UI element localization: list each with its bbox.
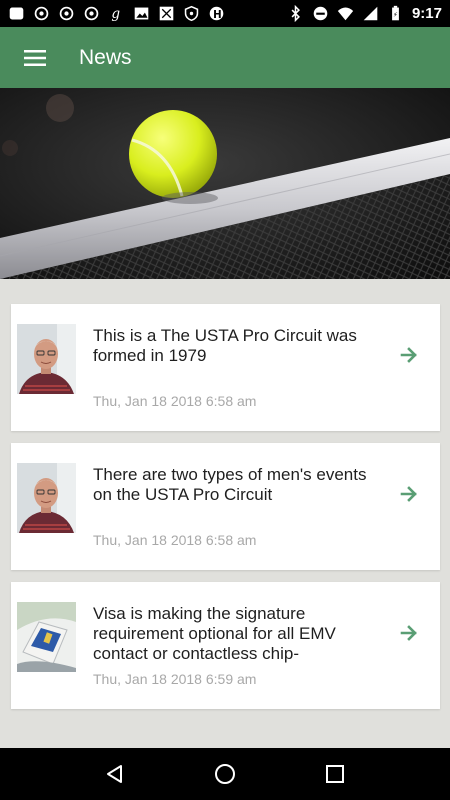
status-bar: g H ⚡ 9:17 xyxy=(0,0,450,27)
news-date: Thu, Jan 18 2018 6:58 am xyxy=(93,393,257,409)
news-title: This is a The USTA Pro Circuit was forme… xyxy=(93,326,357,365)
system-navigation-bar xyxy=(0,748,450,800)
news-card[interactable]: There are two types of men's events on t… xyxy=(11,443,440,570)
news-title: Visa is making the signature requirement… xyxy=(93,604,336,663)
battery-icon: ⚡ xyxy=(392,5,399,21)
signal-icon xyxy=(363,6,378,21)
back-button[interactable] xyxy=(91,750,139,798)
svg-text:⚡: ⚡ xyxy=(393,11,398,19)
recents-square-icon xyxy=(326,765,344,783)
page-title: News xyxy=(79,45,132,69)
wifi-icon xyxy=(337,7,354,21)
svg-text:H: H xyxy=(213,10,222,21)
recents-button[interactable] xyxy=(311,750,359,798)
hamburger-menu-icon xyxy=(24,49,46,66)
app-bar: News xyxy=(0,27,450,88)
news-date: Thu, Jan 18 2018 6:59 am xyxy=(93,671,257,687)
hero-banner-image xyxy=(0,88,450,279)
arrow-right-icon[interactable] xyxy=(399,345,419,365)
status-right-icons: ⚡ 9:17 xyxy=(287,5,442,22)
news-card[interactable]: This is a The USTA Pro Circuit was forme… xyxy=(11,304,440,431)
app-icon xyxy=(59,6,74,21)
status-time: 9:17 xyxy=(411,5,442,22)
back-triangle-icon xyxy=(107,765,122,783)
news-title: There are two types of men's events on t… xyxy=(93,465,367,504)
news-list: This is a The USTA Pro Circuit was forme… xyxy=(11,304,440,721)
news-card[interactable]: Visa is making the signature requirement… xyxy=(11,582,440,709)
nfl-icon xyxy=(159,6,174,21)
arrow-right-icon[interactable] xyxy=(399,484,419,504)
news-thumbnail xyxy=(17,324,76,394)
app-icon xyxy=(84,6,99,21)
news-date: Thu, Jan 18 2018 6:58 am xyxy=(93,532,257,548)
home-circle-icon xyxy=(215,764,235,784)
do-not-disturb-icon xyxy=(313,6,328,21)
shield-icon xyxy=(184,5,199,22)
image-icon xyxy=(134,7,149,20)
bluetooth-icon xyxy=(291,5,300,22)
home-button[interactable] xyxy=(201,750,249,798)
status-left-icons: g H xyxy=(8,5,225,22)
app-icon xyxy=(34,6,49,21)
svg-text:g: g xyxy=(111,6,120,22)
notification-icon xyxy=(9,7,24,20)
app-icon: H xyxy=(209,6,224,21)
goodreads-icon: g xyxy=(111,6,120,22)
news-thumbnail xyxy=(17,602,76,672)
arrow-right-icon[interactable] xyxy=(399,623,419,643)
news-thumbnail xyxy=(17,463,76,533)
menu-button[interactable] xyxy=(0,27,70,88)
